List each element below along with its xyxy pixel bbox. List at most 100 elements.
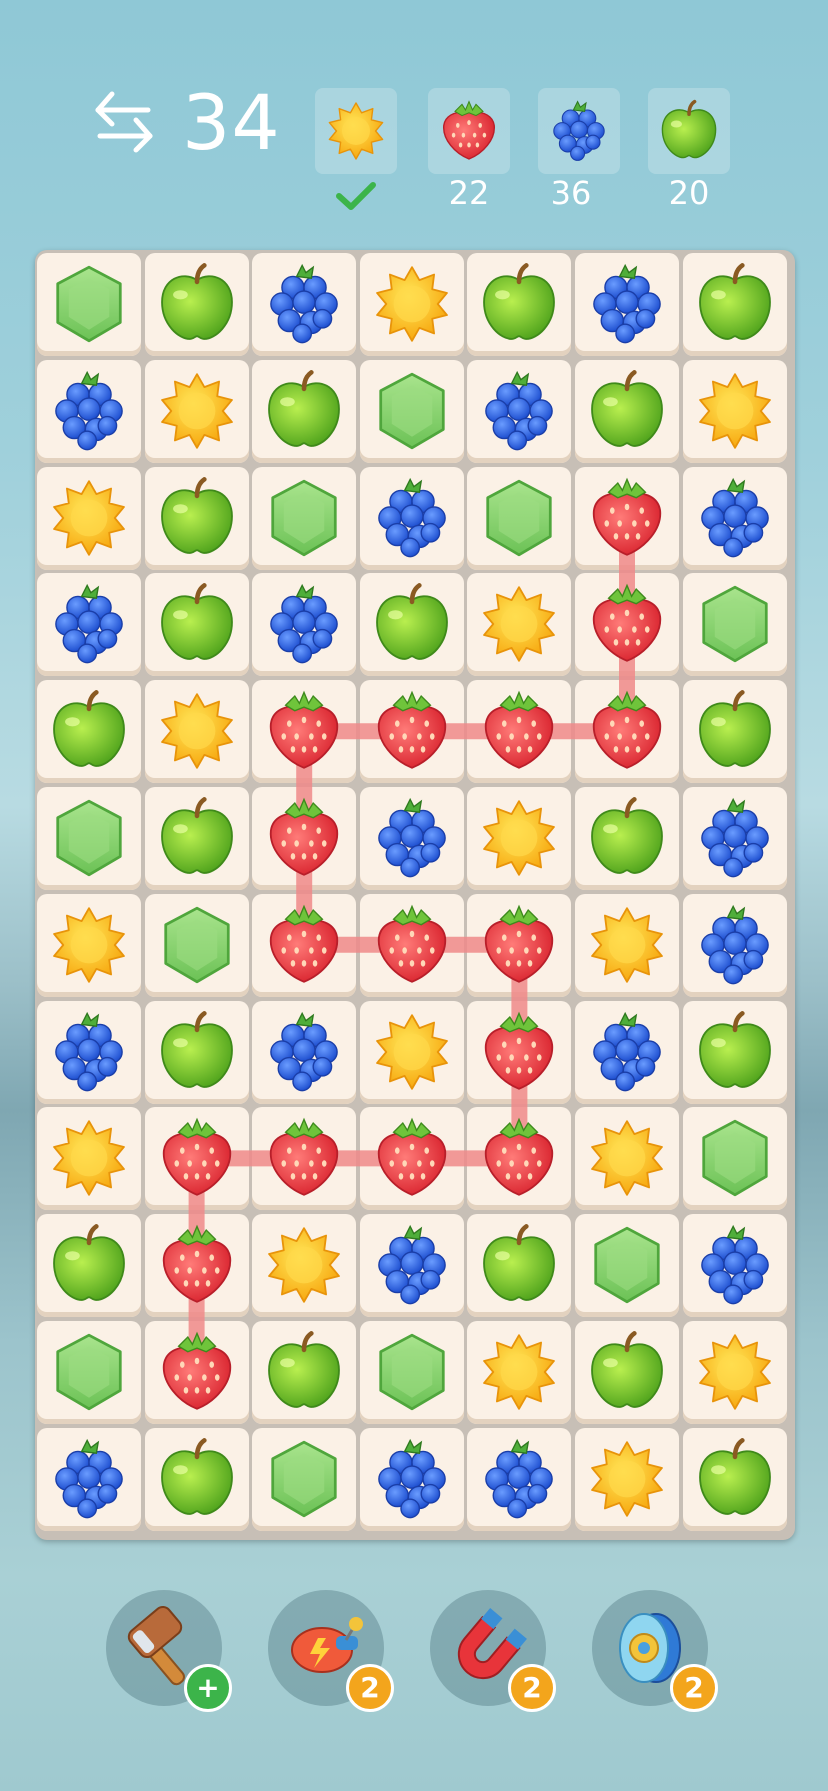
tile-apple[interactable] [145,1428,249,1531]
booster-magnet[interactable]: 2 [430,1590,556,1712]
tile-strawberry[interactable] [145,1214,249,1317]
goal-strawberry [428,88,510,174]
tile-blueberry[interactable] [683,894,787,997]
tile-sun[interactable] [37,1107,141,1210]
tile-hex[interactable] [360,1321,464,1424]
blueberry-icon [700,1225,769,1305]
tile-strawberry[interactable] [252,680,356,783]
tile-apple[interactable] [575,360,679,463]
tile-strawberry[interactable] [467,1107,571,1210]
tile-strawberry[interactable] [360,1107,464,1210]
tile-sun[interactable] [360,253,464,356]
tile-apple[interactable] [575,787,679,890]
tile-strawberry[interactable] [252,894,356,997]
tile-apple[interactable] [252,1321,356,1424]
tile-blueberry[interactable] [37,573,141,676]
tile-blueberry[interactable] [252,1001,356,1104]
sun-icon [591,1441,663,1517]
tile-sun[interactable] [575,894,679,997]
booster-bar: + 2 2 2 [0,1590,828,1740]
tile-blueberry[interactable] [683,787,787,890]
tile-sun[interactable] [575,1428,679,1531]
tile-strawberry[interactable] [145,1107,249,1210]
tile-sun[interactable] [467,787,571,890]
tile-blueberry[interactable] [37,1001,141,1104]
tile-strawberry[interactable] [575,680,679,783]
tile-hex[interactable] [37,253,141,356]
tile-hex[interactable] [37,787,141,890]
blueberry-icon [700,478,769,557]
tile-strawberry[interactable] [252,787,356,890]
tile-strawberry[interactable] [145,1321,249,1424]
tile-hex[interactable] [252,467,356,570]
tile-blueberry[interactable] [360,1214,464,1317]
tile-blueberry[interactable] [252,253,356,356]
tile-sun[interactable] [37,894,141,997]
strawberry-icon [485,1012,554,1090]
tile-sun[interactable] [145,680,249,783]
tile-apple[interactable] [145,1001,249,1104]
tile-sun[interactable] [145,360,249,463]
tile-hex[interactable] [37,1321,141,1424]
tile-hex[interactable] [683,1107,787,1210]
tile-blueberry[interactable] [575,1001,679,1104]
sun-icon [698,373,771,449]
tile-apple[interactable] [37,680,141,783]
tile-strawberry[interactable] [467,894,571,997]
sun-icon [698,1334,771,1410]
tile-apple[interactable] [467,253,571,356]
tile-blueberry[interactable] [683,1214,787,1317]
tile-hex[interactable] [145,894,249,997]
tile-apple[interactable] [145,787,249,890]
tile-strawberry[interactable] [467,680,571,783]
tile-strawberry[interactable] [360,894,464,997]
tile-blueberry[interactable] [575,253,679,356]
tile-blueberry[interactable] [360,1428,464,1531]
tile-hex[interactable] [360,360,464,463]
tile-sun[interactable] [467,1321,571,1424]
booster-hammer-badge: + [184,1664,232,1712]
booster-blaster[interactable]: 2 [268,1590,394,1712]
tile-apple[interactable] [683,1001,787,1104]
tile-sun[interactable] [37,467,141,570]
tile-sun[interactable] [575,1107,679,1210]
tile-sun[interactable] [252,1214,356,1317]
tile-strawberry[interactable] [467,1001,571,1104]
tile-hex[interactable] [467,467,571,570]
tile-blueberry[interactable] [37,1428,141,1531]
tile-blueberry[interactable] [683,467,787,570]
tile-apple[interactable] [145,253,249,356]
booster-yoyo[interactable]: 2 [592,1590,718,1712]
tile-blueberry[interactable] [37,360,141,463]
tile-hex[interactable] [683,573,787,676]
tile-strawberry[interactable] [575,467,679,570]
tile-hex[interactable] [252,1428,356,1531]
strawberry-icon [592,478,662,556]
tile-hex[interactable] [575,1214,679,1317]
tile-apple[interactable] [37,1214,141,1317]
booster-hammer[interactable]: + [106,1590,232,1712]
tile-apple[interactable] [145,573,249,676]
tile-sun[interactable] [683,360,787,463]
tile-strawberry[interactable] [252,1107,356,1210]
tile-blueberry[interactable] [360,787,464,890]
tile-strawberry[interactable] [360,680,464,783]
strawberry-icon [377,905,446,983]
tile-apple[interactable] [252,360,356,463]
tile-strawberry[interactable] [575,573,679,676]
tile-apple[interactable] [683,680,787,783]
tile-blueberry[interactable] [467,1428,571,1531]
tile-blueberry[interactable] [467,360,571,463]
tile-apple[interactable] [575,1321,679,1424]
tile-sun[interactable] [683,1321,787,1424]
tile-blueberry[interactable] [360,467,464,570]
tile-blueberry[interactable] [252,573,356,676]
tile-apple[interactable] [683,253,787,356]
tile-sun[interactable] [467,573,571,676]
tile-sun[interactable] [360,1001,464,1104]
tile-apple[interactable] [683,1428,787,1531]
tile-apple[interactable] [360,573,464,676]
tile-apple[interactable] [145,467,249,570]
tile-apple[interactable] [467,1214,571,1317]
apple-icon [151,1006,243,1098]
